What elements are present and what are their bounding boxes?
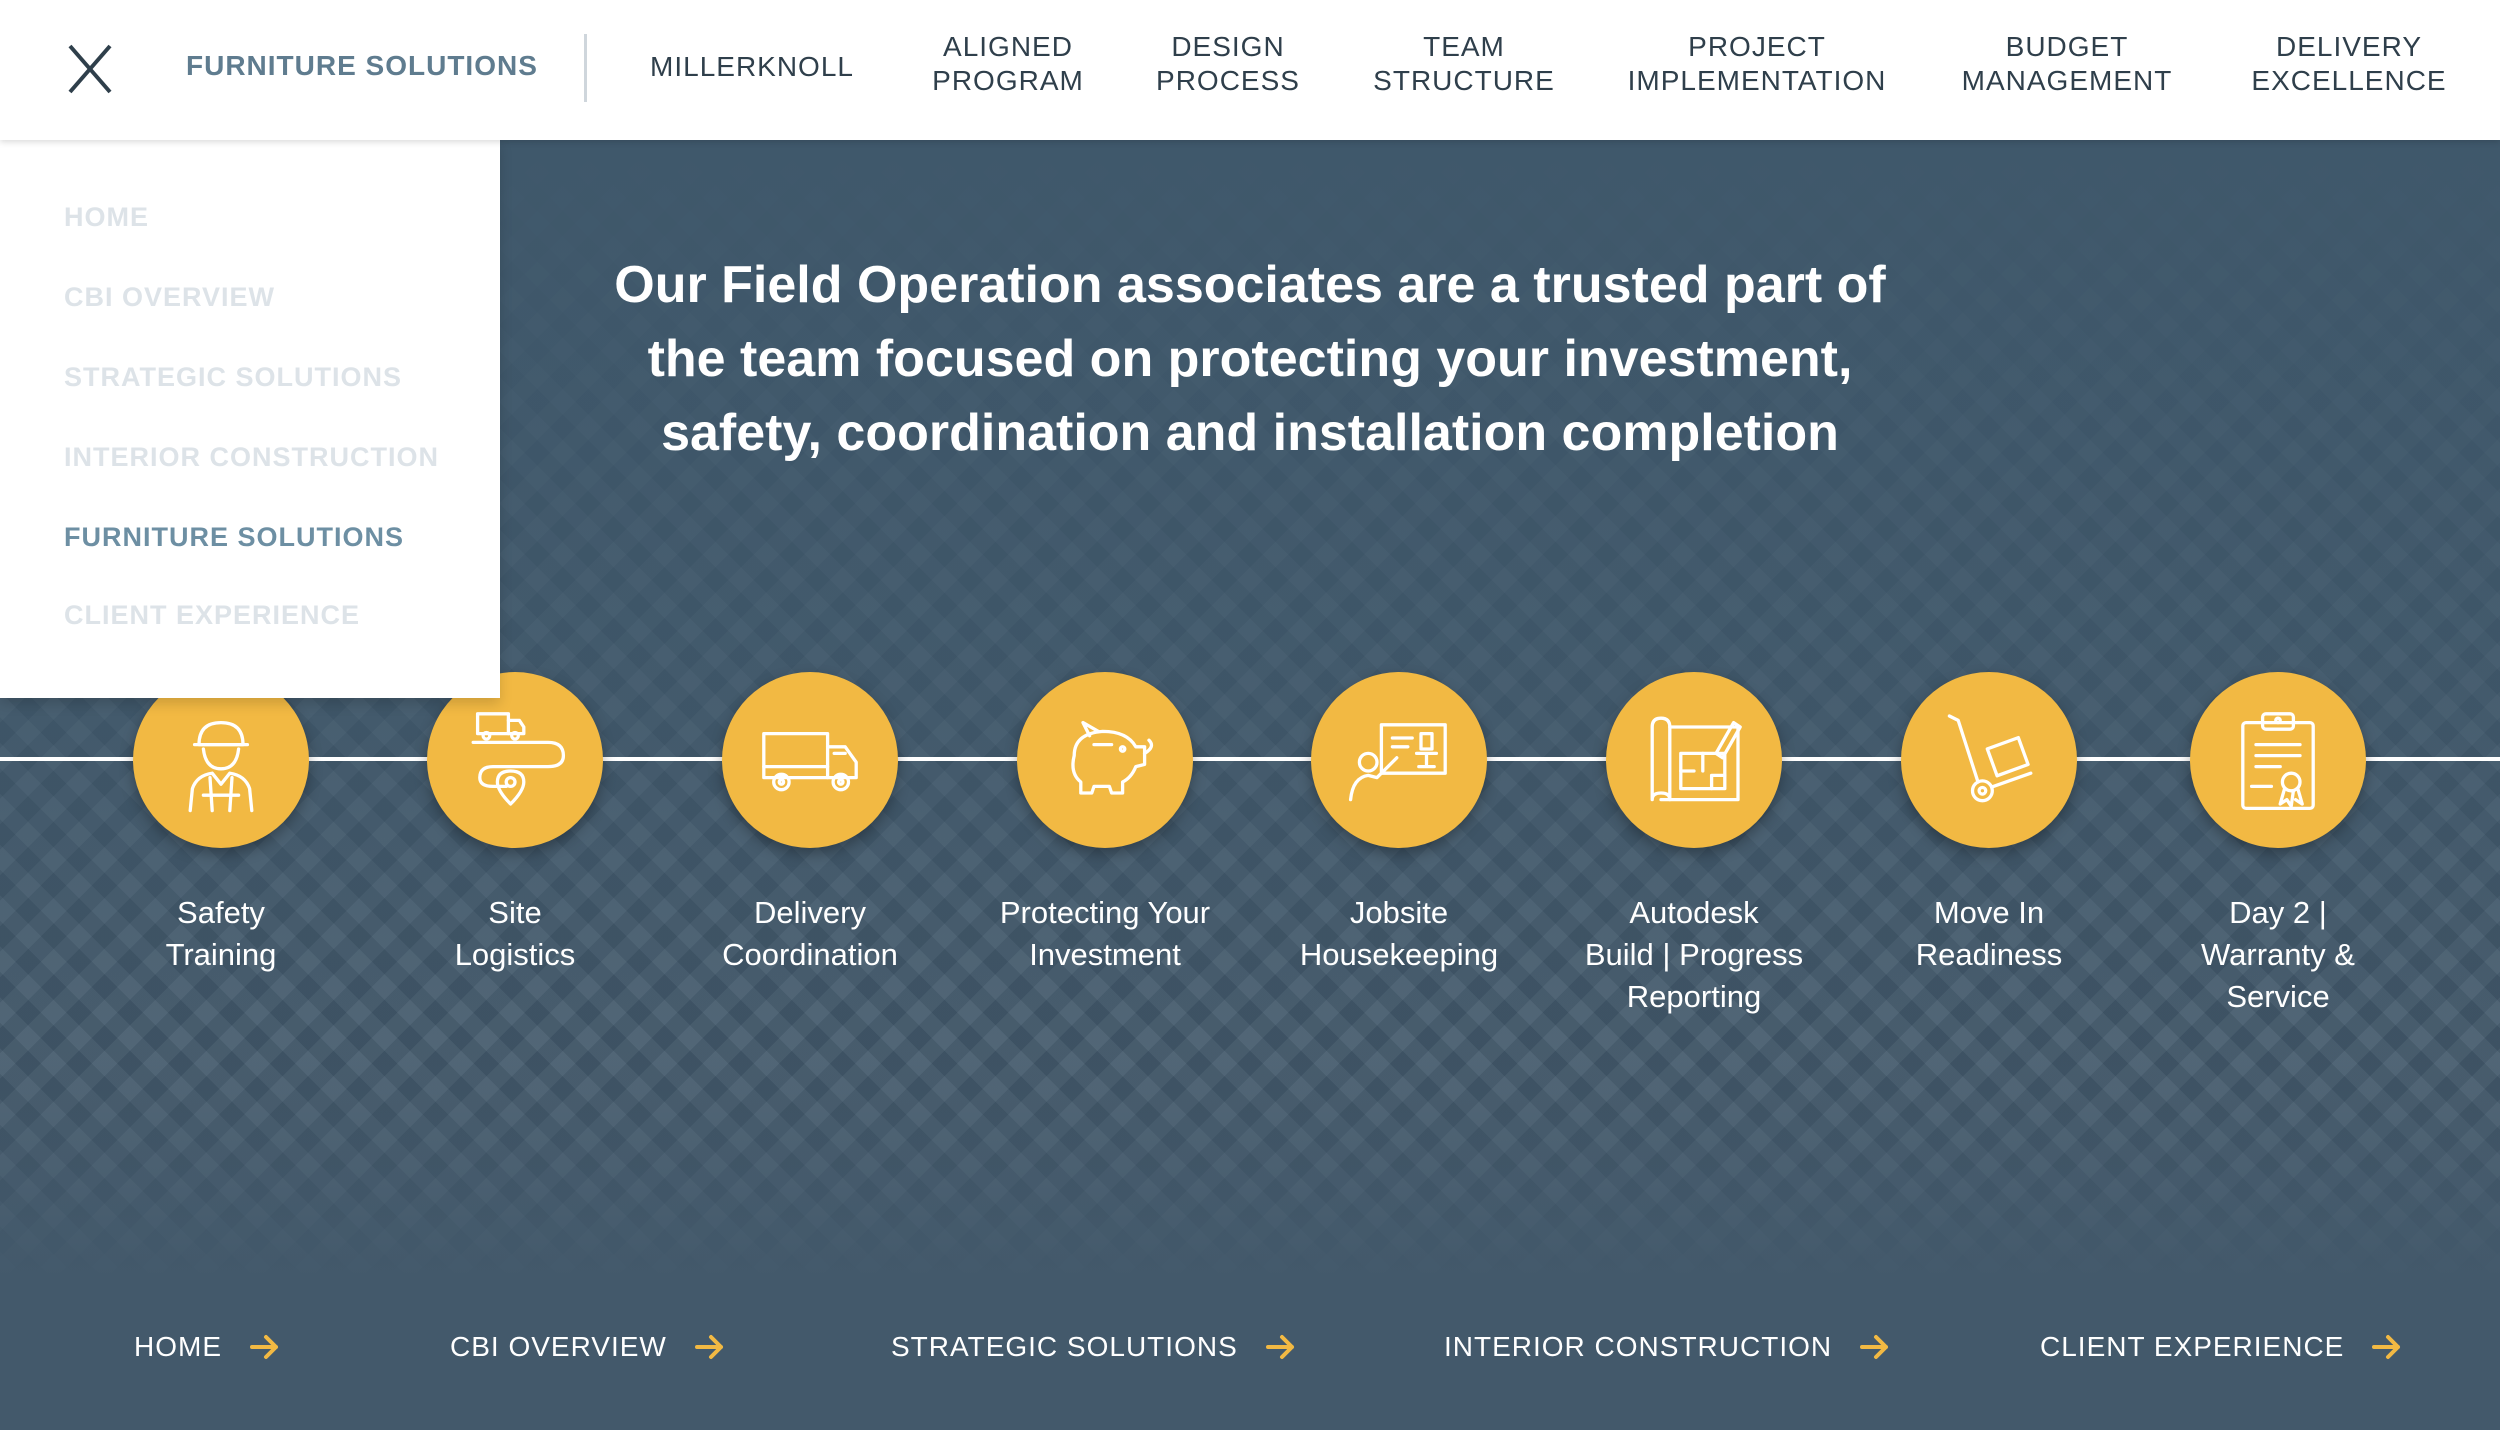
clipboard-award-icon [2241,712,2315,811]
menu-item-furniture-solutions[interactable]: FURNITURE SOLUTIONS [64,522,404,553]
step-site-logistics[interactable]: Site Logistics [385,672,645,976]
nav-budget-management[interactable]: BUDGET MANAGEMENT [1962,30,2173,98]
footer-link-label: CLIENT EXPERIENCE [2040,1331,2345,1362]
step-label: Day 2 | Warranty & Service [2201,895,2355,1014]
menu-item-client-experience[interactable]: CLIENT EXPERIENCE [64,600,360,631]
step-day2-warranty[interactable]: Day 2 | Warranty & Service [2148,672,2408,1018]
step-label: Safety Training [165,895,277,972]
nav-design-process[interactable]: DESIGN PROCESS [1156,30,1300,98]
nav-delivery-excellence[interactable]: DELIVERY EXCELLENCE [2251,30,2446,98]
headline-line-2: the team focused on protecting your inve… [647,330,1853,388]
step-delivery-coordination[interactable]: Delivery Coordination [680,672,940,976]
timeline-line [0,757,2500,761]
route-truck-icon [471,712,566,806]
step-safety-training[interactable]: Safety Training [91,672,351,976]
footer-link-strategic-solutions[interactable]: STRATEGIC SOLUTIONS [891,1331,1296,1363]
step-circle [1311,672,1487,848]
step-circle [133,672,309,848]
step-label: Site Logistics [454,895,576,972]
footer-link-interior-construction[interactable]: INTERIOR CONSTRUCTION [1444,1331,1890,1363]
step-label: Move In Readiness [1915,895,2063,972]
step-move-in-readiness[interactable]: Move In Readiness [1859,672,2119,976]
blueprint-icon [1650,716,1742,802]
step-label: Delivery Coordination [722,895,898,972]
arrow-right-icon [694,1333,725,1361]
footer-link-home[interactable]: HOME [134,1331,280,1363]
footer-link-label: INTERIOR CONSTRUCTION [1444,1331,1833,1362]
step-label: Protecting Your Investment [999,895,1211,972]
footer-link-label: CBI OVERVIEW [450,1331,667,1362]
footer-link-cbi-overview[interactable]: CBI OVERVIEW [450,1331,725,1363]
nav-millerknoll[interactable]: MILLERKNOLL [650,50,854,84]
menu-item-home[interactable]: HOME [64,202,149,233]
step-circle [1017,672,1193,848]
hand-truck-icon [1947,714,2033,803]
nav-team-structure[interactable]: TEAM STRUCTURE [1373,30,1555,98]
arrow-right-icon [250,1333,280,1361]
step-jobsite-housekeeping[interactable]: Jobsite Housekeeping [1269,672,1529,976]
step-circle [722,672,898,848]
menu-item-strategic-solutions[interactable]: STRATEGIC SOLUTIONS [64,362,402,393]
headline-line-3: safety, coordination and installation co… [661,404,1839,462]
brand-title[interactable]: FURNITURE SOLUTIONS [186,50,538,82]
menu-item-cbi-overview[interactable]: CBI OVERVIEW [64,282,275,313]
step-circle [1606,672,1782,848]
footer-link-label: HOME [134,1331,222,1362]
step-label: Jobsite Housekeeping [1299,895,1499,972]
top-navigation: FURNITURE SOLUTIONS MILLERKNOLL ALIGNED … [0,0,2500,140]
presentation-icon [1348,723,1447,802]
close-menu-button[interactable] [60,40,122,106]
step-label: Autodesk Build | Progress Reporting [1584,895,1804,1014]
footer-link-label: STRATEGIC SOLUTIONS [891,1331,1238,1362]
side-menu: HOME CBI OVERVIEW STRATEGIC SOLUTIONS IN… [0,140,500,698]
step-circle [1901,672,2077,848]
nav-project-implementation[interactable]: PROJECT IMPLEMENTATION [1628,30,1887,98]
piggy-bank-icon [1071,720,1154,795]
worker-icon [188,720,254,813]
menu-item-interior-construction[interactable]: INTERIOR CONSTRUCTION [64,442,439,473]
nav-divider [584,34,587,102]
step-autodesk-build[interactable]: Autodesk Build | Progress Reporting [1564,672,1824,1018]
step-circle [2190,672,2366,848]
background-shade [0,1050,2500,1430]
headline-line-1: Our Field Operation associates are a tru… [614,256,1886,314]
nav-aligned-program[interactable]: ALIGNED PROGRAM [932,30,1084,98]
arrow-right-icon [2372,1333,2402,1361]
arrow-right-icon [1265,1333,1296,1361]
step-protecting-investment[interactable]: Protecting Your Investment [975,672,1235,976]
close-icon [68,44,112,94]
hero-headline: Our Field Operation associates are a tru… [560,248,1940,470]
step-circle [427,672,603,848]
delivery-truck-icon [762,731,858,792]
arrow-right-icon [1860,1333,1890,1361]
footer-link-client-experience[interactable]: CLIENT EXPERIENCE [2040,1331,2402,1363]
